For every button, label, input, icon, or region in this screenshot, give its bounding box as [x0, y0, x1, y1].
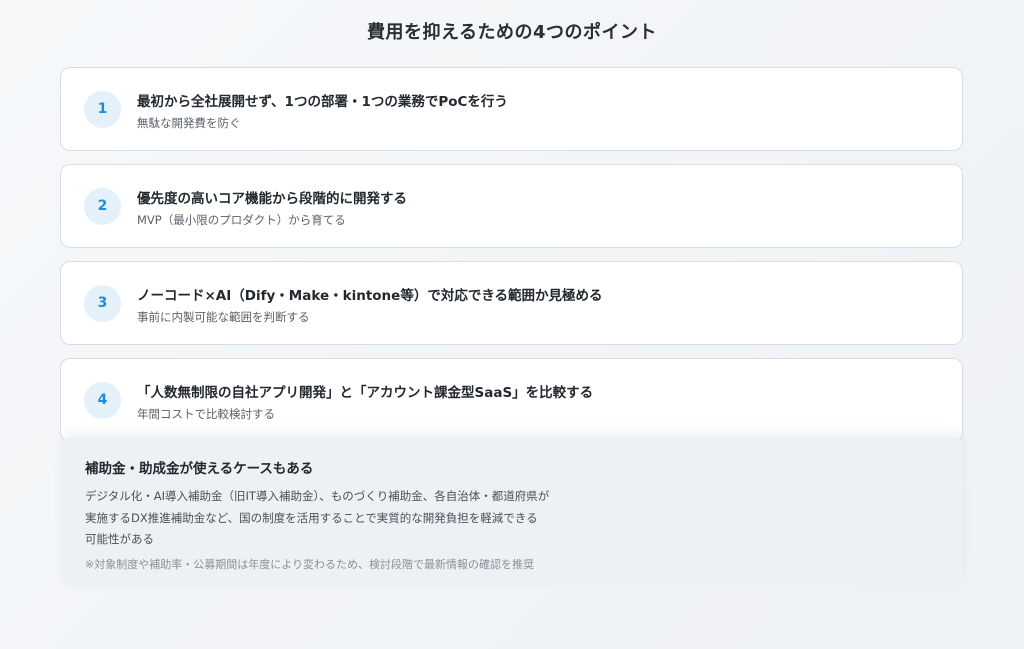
point-subtitle: 事前に内製可能な範囲を判断する	[137, 310, 310, 324]
page-title: 費用を抑えるための4つのポイント	[367, 22, 657, 43]
point-card-1: 1 最初から全社展開せず、1つの部署・1つの業務でPoCを行う 無駄な開発費を防…	[60, 67, 963, 151]
point-card-3: 3 ノーコード×AI（Dify・Make・kintone等）で対応できる範囲か見…	[60, 261, 963, 345]
point-subtitle: 年間コストで比較検討する	[137, 407, 275, 421]
point-card-2: 2 優先度の高いコア機能から段階的に開発する MVP（最小限のプロダクト）から育…	[60, 164, 963, 248]
subsidy-description-line: 可能性がある	[85, 532, 154, 546]
subsidy-title: 補助金・助成金が使えるケースもある	[85, 461, 314, 477]
point-number-badge: 2	[84, 188, 121, 225]
subsidy-info-box: 補助金・助成金が使えるケースもある デジタル化・AI導入補助金（旧IT導入補助金…	[62, 437, 963, 587]
point-number-badge: 1	[84, 91, 121, 128]
point-number-badge: 4	[84, 382, 121, 419]
point-number-badge: 3	[84, 285, 121, 322]
point-title: ノーコード×AI（Dify・Make・kintone等）で対応できる範囲か見極め…	[137, 288, 603, 304]
point-title: 「人数無制限の自社アプリ開発」と「アカウント課金型SaaS」を比較する	[137, 385, 594, 401]
point-title: 最初から全社展開せず、1つの部署・1つの業務でPoCを行う	[137, 94, 508, 110]
subsidy-description-line: 実施するDX推進補助金など、国の制度を活用することで実質的な開発負担を軽減できる	[85, 511, 538, 525]
point-subtitle: MVP（最小限のプロダクト）から育てる	[137, 213, 346, 227]
point-card-4: 4 「人数無制限の自社アプリ開発」と「アカウント課金型SaaS」を比較する 年間…	[60, 358, 963, 442]
subsidy-description-line: デジタル化・AI導入補助金（旧IT導入補助金）、ものづくり補助金、各自治体・都道…	[85, 489, 550, 503]
point-title: 優先度の高いコア機能から段階的に開発する	[137, 191, 407, 207]
subsidy-note: ※対象制度や補助率・公募期間は年度により変わるため、検討段階で最新情報の確認を推…	[85, 558, 534, 571]
point-subtitle: 無駄な開発費を防ぐ	[137, 116, 241, 130]
